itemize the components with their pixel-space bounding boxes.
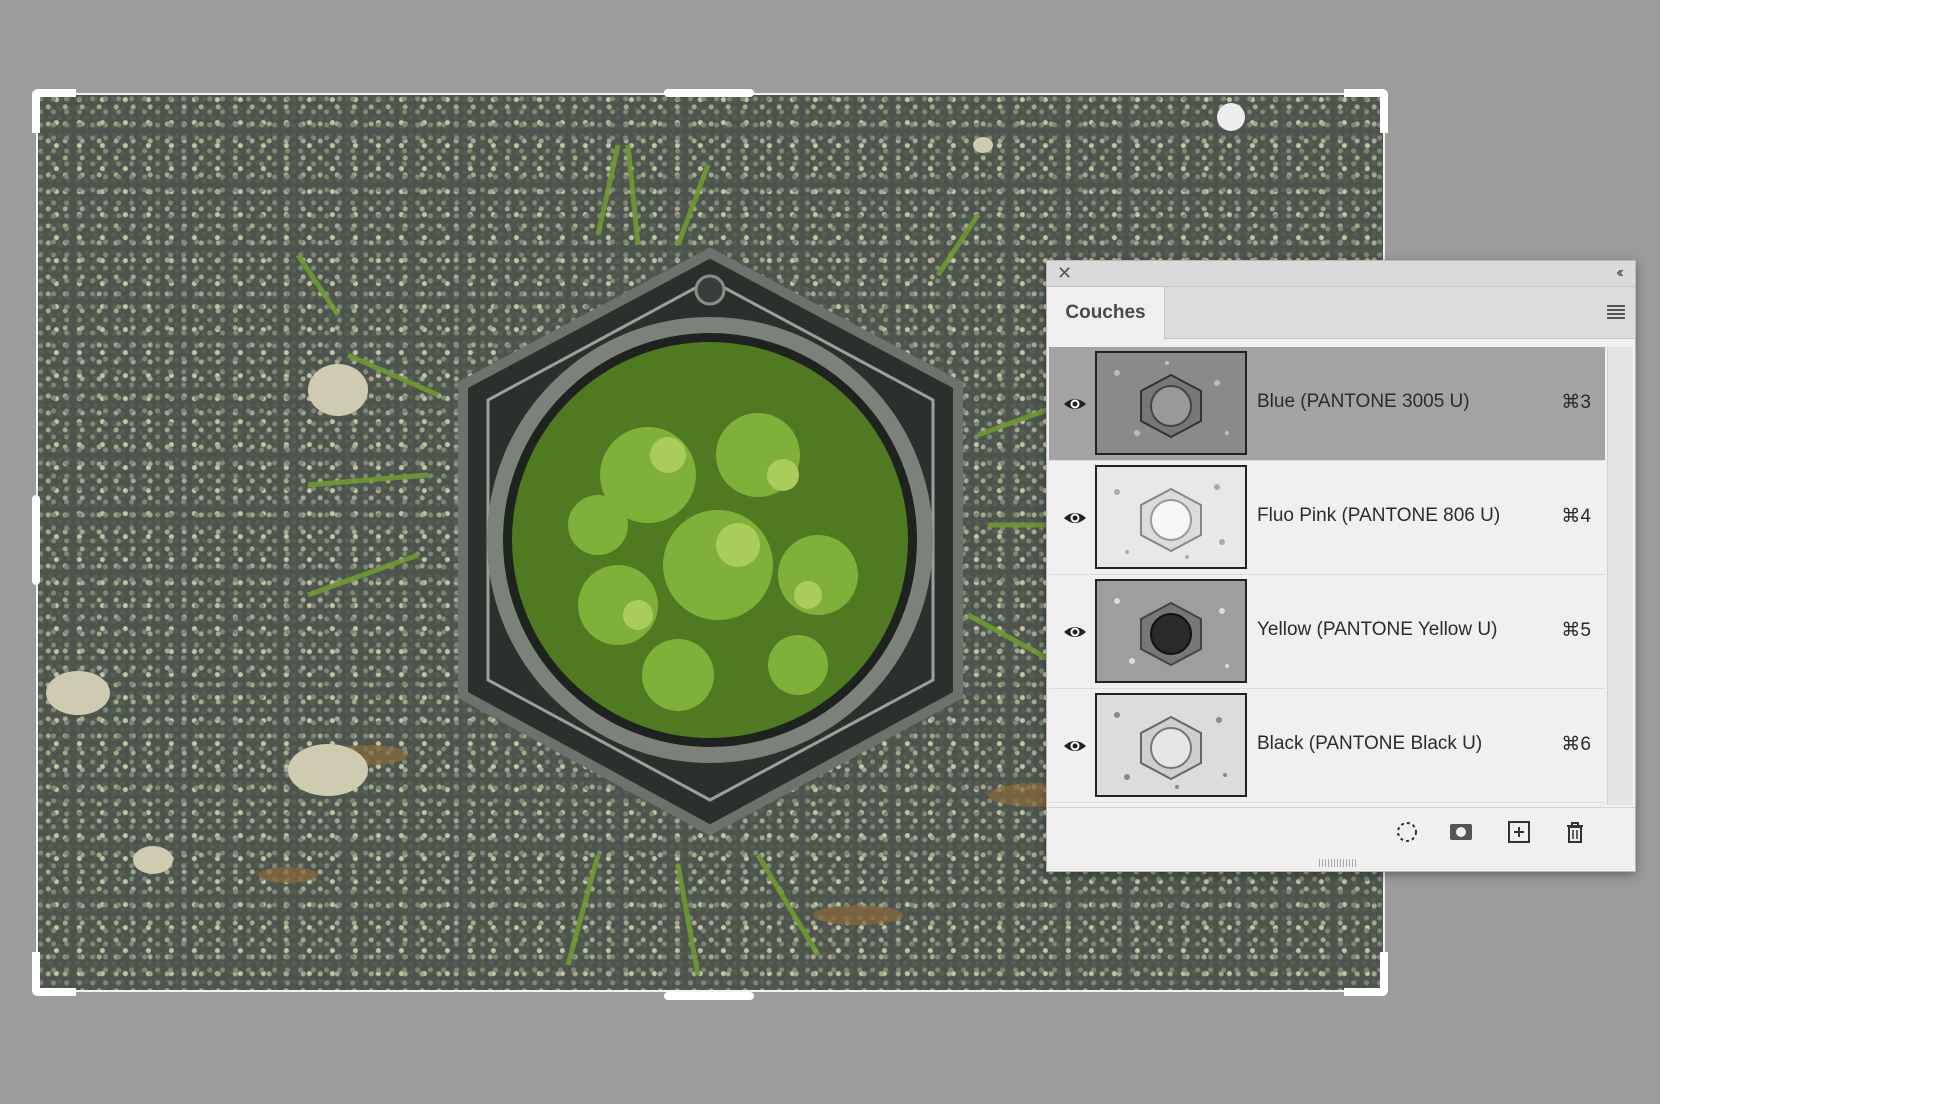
channel-name: Blue (PANTONE 3005 U) <box>1257 391 1470 412</box>
channel-row-yellow[interactable]: Yellow (PANTONE Yellow U) ⌘5 <box>1049 575 1605 689</box>
channel-shortcut: ⌘4 <box>1561 506 1591 527</box>
channel-row-blue[interactable]: Blue (PANTONE 3005 U) ⌘3 <box>1049 347 1605 461</box>
panel-menu-icon[interactable] <box>1607 305 1625 319</box>
tab-channels[interactable]: Couches <box>1047 287 1165 340</box>
channel-row-fluo-pink[interactable]: Fluo Pink (PANTONE 806 U) ⌘4 <box>1049 461 1605 575</box>
panel-resize-grip[interactable] <box>1319 859 1357 867</box>
channel-name: Fluo Pink (PANTONE 806 U) <box>1257 505 1501 526</box>
save-selection-icon[interactable] <box>1449 820 1473 844</box>
panel-titlebar[interactable]: ✕ ‹‹ <box>1047 261 1635 287</box>
double-chevron-left-icon[interactable]: ‹‹ <box>1616 264 1623 282</box>
channels-panel: ✕ ‹‹ Couches Blue (PANTONE 3005 U) ⌘3 Fl… <box>1046 260 1636 872</box>
corner-handle-bottom-right[interactable] <box>1344 952 1388 996</box>
channel-thumbnail <box>1095 351 1247 455</box>
channel-list-scrollbar[interactable] <box>1607 347 1633 805</box>
channel-row-black[interactable]: Black (PANTONE Black U) ⌘6 <box>1049 689 1605 803</box>
channel-shortcut: ⌘5 <box>1561 620 1591 641</box>
corner-handle-bottom-left[interactable] <box>32 952 76 996</box>
panel-footer <box>1047 807 1635 855</box>
edge-handle-top[interactable] <box>664 89 754 97</box>
close-icon[interactable]: ✕ <box>1057 263 1072 283</box>
load-selection-icon[interactable] <box>1395 820 1419 844</box>
channel-thumbnail <box>1095 579 1247 683</box>
channel-thumbnail <box>1095 693 1247 797</box>
channel-name: Yellow (PANTONE Yellow U) <box>1257 619 1498 640</box>
channel-shortcut: ⌘6 <box>1561 734 1591 755</box>
panel-tabbar: Couches <box>1047 287 1635 340</box>
eye-icon[interactable] <box>1063 508 1087 528</box>
corner-handle-top-right[interactable] <box>1344 89 1388 133</box>
eye-icon[interactable] <box>1063 736 1087 756</box>
channel-shortcut: ⌘3 <box>1561 392 1591 413</box>
eye-icon[interactable] <box>1063 622 1087 642</box>
delete-channel-icon[interactable] <box>1563 820 1587 844</box>
channel-name: Black (PANTONE Black U) <box>1257 733 1483 754</box>
channel-thumbnail <box>1095 465 1247 569</box>
edge-handle-left[interactable] <box>32 495 40 585</box>
eye-icon[interactable] <box>1063 394 1087 414</box>
blank-area <box>1660 0 1944 1104</box>
edge-handle-bottom[interactable] <box>664 992 754 1000</box>
new-channel-icon[interactable] <box>1507 820 1531 844</box>
corner-handle-top-left[interactable] <box>32 89 76 133</box>
channel-list: Blue (PANTONE 3005 U) ⌘3 Fluo Pink (PANT… <box>1049 347 1605 805</box>
